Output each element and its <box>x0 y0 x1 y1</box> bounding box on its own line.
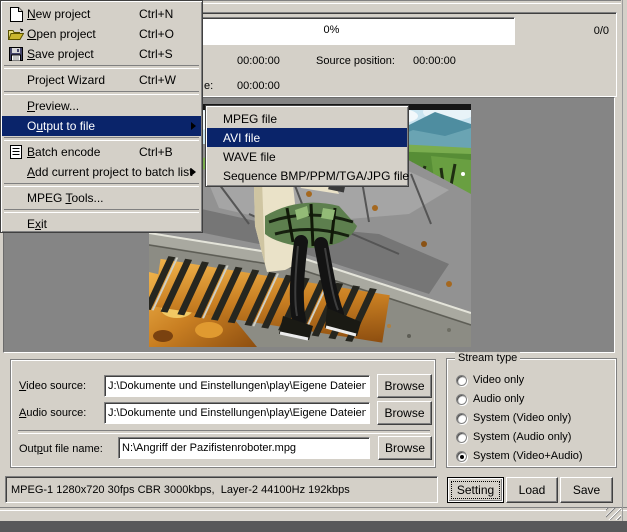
desktop-strip <box>0 521 627 532</box>
resize-grip[interactable] <box>606 508 621 520</box>
radio-icon <box>456 375 467 386</box>
menu-item-batch-encode[interactable]: Batch encode Ctrl+B <box>2 142 201 162</box>
menu-item-new-project[interactable]: New project Ctrl+N <box>2 4 201 24</box>
menu-item-preview[interactable]: Preview... <box>2 96 201 116</box>
menu-item-output-to-file[interactable]: Output to file <box>2 116 201 136</box>
menu-item-add-to-batch-list[interactable]: Add current project to batch list <box>2 162 201 182</box>
video-browse-button[interactable]: Browse <box>377 374 432 398</box>
save-button[interactable]: Save <box>560 477 613 503</box>
radio-icon <box>456 451 467 462</box>
radio-system-video-audio[interactable]: System (Video+Audio) <box>456 449 583 463</box>
statusbar-divider <box>0 507 627 511</box>
video-source-label: Video source: <box>19 380 86 392</box>
stream-type-group: Stream type Video only Audio only System… <box>446 358 617 468</box>
save-icon <box>5 47 27 61</box>
menu-item-project-wizard[interactable]: Project Wizard Ctrl+W <box>2 70 201 90</box>
menu-item-exit[interactable]: Exit <box>2 214 201 234</box>
new-document-icon <box>5 7 27 22</box>
time-value-1: 00:00:00 <box>237 55 280 67</box>
sources-divider <box>18 430 430 434</box>
menu-separator <box>4 65 199 69</box>
batch-encode-icon <box>5 145 27 159</box>
encoding-summary-text: MPEG-1 1280x720 30fps CBR 3000kbps, Laye… <box>11 484 350 496</box>
time-label-partial: e: <box>204 80 213 92</box>
output-browse-button[interactable]: Browse <box>378 436 432 460</box>
audio-source-input[interactable] <box>104 402 370 424</box>
submenu-item-avi-file[interactable]: AVI file <box>207 128 407 147</box>
window-right-edge <box>622 0 623 521</box>
time-value-2: 00:00:00 <box>237 80 280 92</box>
radio-audio-only[interactable]: Audio only <box>456 392 524 406</box>
audio-source-label: Audio source: <box>19 407 86 419</box>
setting-button[interactable]: Setting <box>447 477 504 503</box>
file-menu: New project Ctrl+N Open project Ctrl+O S… <box>0 0 203 233</box>
radio-icon <box>456 432 467 443</box>
source-position-value: 00:00:00 <box>413 55 456 67</box>
radio-system-audio-only[interactable]: System (Audio only) <box>456 430 571 444</box>
menu-separator <box>4 209 199 213</box>
source-position-label: Source position: <box>316 55 395 67</box>
menu-separator <box>4 137 199 141</box>
progress-percent: 0% <box>149 18 514 42</box>
menu-item-mpeg-tools[interactable]: MPEG Tools... <box>2 188 201 208</box>
batch-counter: 0/0 <box>571 25 609 37</box>
submenu-item-mpeg-file[interactable]: MPEG file <box>207 109 407 128</box>
submenu-arrow-icon <box>191 122 196 130</box>
output-file-input[interactable] <box>118 437 370 459</box>
menu-separator <box>4 91 199 95</box>
submenu-item-wave-file[interactable]: WAVE file <box>207 147 407 166</box>
menu-item-save-project[interactable]: Save project Ctrl+S <box>2 44 201 64</box>
radio-system-video-only[interactable]: System (Video only) <box>456 411 571 425</box>
load-button[interactable]: Load <box>506 477 558 503</box>
menu-item-open-project[interactable]: Open project Ctrl+O <box>2 24 201 44</box>
output-file-label: Output file name: <box>19 443 103 455</box>
submenu-item-sequence-file[interactable]: Sequence BMP/PPM/TGA/JPG file <box>207 166 407 185</box>
radio-icon <box>456 394 467 405</box>
radio-video-only[interactable]: Video only <box>456 373 524 387</box>
app-window: 0% 0/0 00:00:00 Source position: 00:00:0… <box>0 0 627 532</box>
stream-type-legend: Stream type <box>455 352 520 364</box>
progress-bar: 0% <box>148 17 515 45</box>
menu-separator <box>4 183 199 187</box>
sources-group: Video source: Browse Audio source: Brows… <box>10 359 436 468</box>
audio-browse-button[interactable]: Browse <box>377 401 432 425</box>
video-source-input[interactable] <box>104 375 370 397</box>
open-folder-icon <box>5 28 27 41</box>
output-to-file-submenu: MPEG file AVI file WAVE file Sequence BM… <box>205 105 409 187</box>
radio-icon <box>456 413 467 424</box>
submenu-arrow-icon <box>191 168 196 176</box>
encoding-summary-field: MPEG-1 1280x720 30fps CBR 3000kbps, Laye… <box>5 476 438 503</box>
